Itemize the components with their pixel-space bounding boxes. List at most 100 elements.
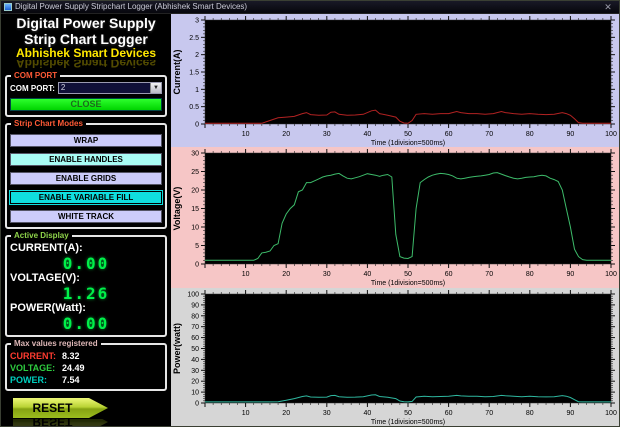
app-title-line1: Digital Power Supply bbox=[16, 15, 156, 31]
window-close-icon[interactable]: ✕ bbox=[600, 2, 616, 12]
y-tick-label: 1.5 bbox=[189, 70, 199, 77]
brand-name: Abhishek Smart Devices bbox=[15, 46, 157, 60]
x-tick-label: 70 bbox=[485, 131, 493, 138]
x-tick-label: 90 bbox=[567, 131, 575, 138]
title-bar: Digital Power Supply Stripchart Logger (… bbox=[1, 1, 619, 14]
com-port-group-label: COM PORT bbox=[11, 71, 61, 81]
mode-white-track-button[interactable]: WHITE TRACK bbox=[10, 210, 162, 223]
x-tick-label: 80 bbox=[526, 410, 534, 417]
main-area: Digital Power Supply Strip Chart Logger … bbox=[1, 14, 619, 426]
x-tick-label: 20 bbox=[282, 410, 290, 417]
y-tick-label: 30 bbox=[191, 151, 199, 158]
y-tick-label: 100 bbox=[187, 291, 199, 298]
max-voltage-value: 24.49 bbox=[62, 363, 85, 373]
power-value: 0.00 bbox=[62, 314, 110, 333]
x-tick-label: 30 bbox=[323, 131, 331, 138]
app-window: Digital Power Supply Stripchart Logger (… bbox=[0, 0, 620, 427]
power-chart: 0 10 20 30 40 50 60 70 80 90 100 10 20 30 40 50 60 70 80 90… bbox=[171, 287, 619, 426]
strip-chart-modes-group: Strip Chart Modes WRAP ENABLE HANDLES EN… bbox=[5, 119, 167, 229]
x-tick-label: 60 bbox=[445, 410, 453, 417]
x-tick-label: 10 bbox=[242, 410, 250, 417]
chevron-down-icon[interactable]: ▼ bbox=[150, 83, 161, 93]
y-tick-label: 2 bbox=[195, 52, 199, 59]
reset-button-reflection: RESET bbox=[13, 419, 108, 426]
voltage-chart-svg: 0 5 10 15 20 25 30 10 20 30 40 50 60 70 80 90 100 Time (1… bbox=[172, 149, 617, 287]
y-axis-title: Voltage(V) bbox=[172, 187, 182, 231]
x-tick-label: 90 bbox=[567, 271, 575, 278]
current-value: 0.00 bbox=[62, 254, 110, 273]
y-tick-label: 10 bbox=[191, 225, 199, 232]
mode-enable-grids-button[interactable]: ENABLE GRIDS bbox=[10, 172, 162, 185]
y-tick-label: 50 bbox=[191, 346, 199, 353]
y-tick-label: 80 bbox=[191, 313, 199, 320]
x-tick-label: 100 bbox=[605, 410, 617, 417]
x-tick-label: 40 bbox=[364, 131, 372, 138]
max-voltage-row: VOLTAGE: 24.49 bbox=[10, 362, 162, 374]
y-tick-label: 2.5 bbox=[189, 35, 199, 42]
y-tick-label: 5 bbox=[195, 243, 199, 250]
x-tick-label: 20 bbox=[282, 131, 290, 138]
com-close-button[interactable]: CLOSE bbox=[10, 97, 162, 111]
window-title: Digital Power Supply Stripchart Logger (… bbox=[15, 3, 248, 11]
y-tick-label: 40 bbox=[191, 357, 199, 364]
y-tick-label: 20 bbox=[191, 188, 199, 195]
x-axis-title: Time (1division=500ms) bbox=[371, 280, 445, 287]
x-tick-label: 100 bbox=[605, 271, 617, 278]
max-values-label: Max values registered bbox=[11, 339, 101, 349]
x-tick-label: 50 bbox=[404, 410, 412, 417]
max-power-value: 7.54 bbox=[62, 375, 80, 385]
x-tick-label: 70 bbox=[485, 271, 493, 278]
x-tick-label: 90 bbox=[567, 410, 575, 417]
y-tick-label: 10 bbox=[191, 389, 199, 396]
x-tick-label: 80 bbox=[526, 271, 534, 278]
x-tick-label: 50 bbox=[404, 271, 412, 278]
brand-name-reflection: Abhishek Smart Devices bbox=[15, 60, 157, 69]
max-values-group: Max values registered CURRENT: 8.32 VOLT… bbox=[5, 339, 167, 391]
com-port-group: COM PORT COM PORT: 2 ▼ CLOSE bbox=[5, 71, 167, 117]
control-panel: Digital Power Supply Strip Chart Logger … bbox=[1, 14, 171, 426]
reset-button-stack: RESET RESET bbox=[13, 398, 167, 426]
mode-enable-variable-fill-button[interactable]: ENABLE VARIABLE FILL bbox=[10, 191, 162, 204]
app-icon bbox=[4, 3, 12, 11]
reset-button[interactable]: RESET bbox=[13, 398, 108, 418]
y-tick-label: 70 bbox=[191, 324, 199, 331]
y-tick-label: 0 bbox=[195, 262, 199, 269]
mode-wrap-button[interactable]: WRAP bbox=[10, 134, 162, 147]
power-chart-svg: 0 10 20 30 40 50 60 70 80 90 100 10 20 30 40 50 60 70 80 90… bbox=[172, 289, 617, 426]
com-port-selected-value: 2 bbox=[60, 83, 66, 92]
x-tick-label: 10 bbox=[242, 271, 250, 278]
current-chart: 0 0.5 1 1.5 2 2.5 3 10 20 30 40 50 60 70 80 90 100 Time (… bbox=[171, 14, 619, 148]
mode-enable-handles-button[interactable]: ENABLE HANDLES bbox=[10, 153, 162, 166]
y-axis-title: Power(watt) bbox=[172, 323, 182, 374]
max-voltage-label: VOLTAGE: bbox=[10, 363, 56, 373]
y-tick-label: 0 bbox=[195, 122, 199, 129]
x-tick-label: 30 bbox=[323, 410, 331, 417]
x-tick-label: 20 bbox=[282, 271, 290, 278]
max-current-label: CURRENT: bbox=[10, 351, 56, 361]
x-axis-title: Time (1division=500ms) bbox=[371, 140, 445, 147]
y-tick-label: 60 bbox=[191, 335, 199, 342]
y-tick-label: 0 bbox=[195, 400, 199, 407]
strip-chart-modes-label: Strip Chart Modes bbox=[11, 119, 86, 129]
x-tick-label: 40 bbox=[364, 271, 372, 278]
x-tick-label: 40 bbox=[364, 410, 372, 417]
x-tick-label: 30 bbox=[323, 271, 331, 278]
y-tick-label: 25 bbox=[191, 169, 199, 176]
y-tick-label: 1 bbox=[195, 87, 199, 94]
x-tick-label: 60 bbox=[445, 131, 453, 138]
y-tick-label: 3 bbox=[195, 18, 199, 25]
x-tick-label: 60 bbox=[445, 271, 453, 278]
voltage-chart: 0 5 10 15 20 25 30 10 20 30 40 50 60 70 80 90 100 Time (1… bbox=[171, 147, 619, 288]
max-current-row: CURRENT: 8.32 bbox=[10, 350, 162, 362]
charts-column: 0 0.5 1 1.5 2 2.5 3 10 20 30 40 50 60 70 80 90 100 Time (… bbox=[171, 14, 619, 426]
y-tick-label: 30 bbox=[191, 367, 199, 374]
x-tick-label: 80 bbox=[526, 131, 534, 138]
max-current-value: 8.32 bbox=[62, 351, 80, 361]
current-chart-svg: 0 0.5 1 1.5 2 2.5 3 10 20 30 40 50 60 70 80 90 100 Time (… bbox=[172, 16, 617, 147]
x-tick-label: 70 bbox=[485, 410, 493, 417]
y-axis-title: Current(A) bbox=[172, 50, 182, 95]
com-port-select[interactable]: 2 ▼ bbox=[57, 82, 162, 94]
y-tick-label: 0.5 bbox=[189, 104, 199, 111]
x-tick-label: 100 bbox=[605, 131, 617, 138]
voltage-value: 1.26 bbox=[62, 284, 110, 303]
